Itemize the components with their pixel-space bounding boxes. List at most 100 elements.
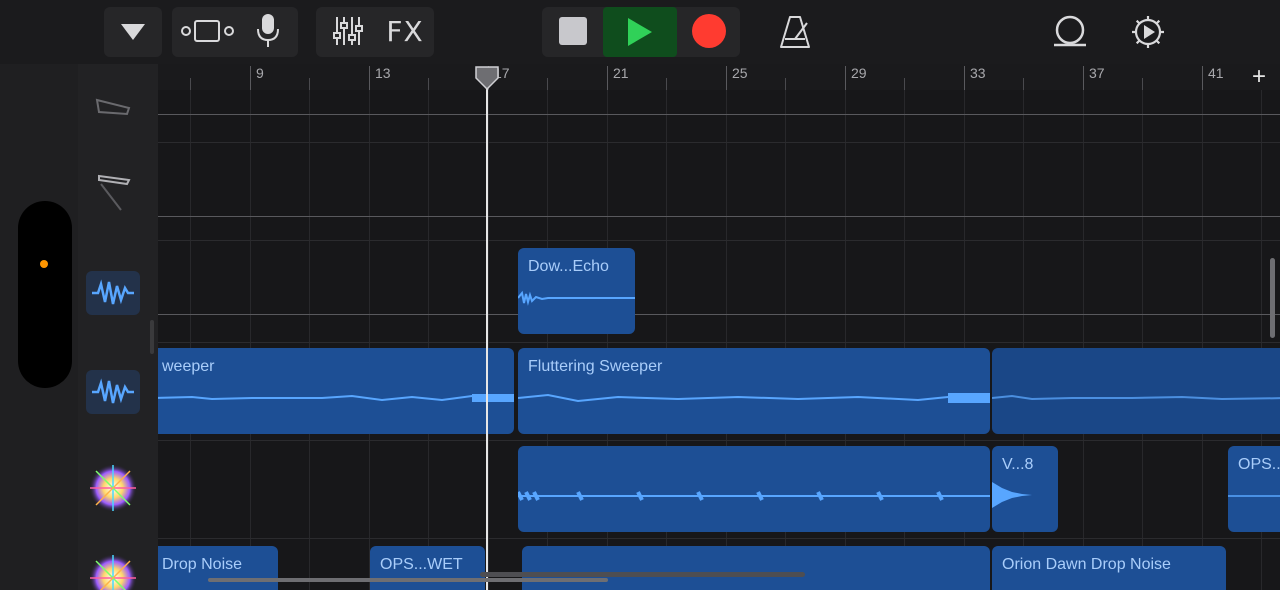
grid-line [309, 90, 310, 590]
audio-region[interactable] [992, 348, 1280, 434]
playhead-handle[interactable] [475, 66, 499, 90]
fx-button[interactable]: FX [378, 7, 432, 55]
top-toolbar: FX [0, 0, 1280, 64]
grid-line [428, 90, 429, 590]
metronome-button[interactable] [770, 8, 820, 56]
lane-separator [158, 240, 1280, 241]
grid-line [190, 90, 191, 590]
transport-group [542, 7, 740, 57]
region-label: OPS... [1238, 456, 1280, 473]
mixer-fx-group: FX [316, 7, 434, 57]
bar-number: 21 [613, 65, 629, 81]
ruler-tick [607, 66, 608, 90]
microphone-button[interactable] [244, 7, 292, 55]
grid-line [488, 90, 489, 590]
bar-number: 33 [970, 65, 986, 81]
ruler-tick [1083, 66, 1084, 90]
loop-region[interactable] [518, 446, 990, 532]
ruler-tick [369, 66, 370, 90]
gear-icon [1132, 16, 1164, 48]
waveform [992, 394, 1280, 401]
arrangement-area[interactable]: Dow...Echo weeper Fluttering Sweeper V..… [158, 90, 1280, 590]
garageband-window: FX 9 13 17 21 25 29 33 37 41 + Dow...Ech… [0, 0, 1280, 590]
audio-region[interactable]: V...8 [992, 446, 1058, 532]
horizontal-scrollbar-track[interactable] [480, 572, 805, 577]
ruler-tick [547, 78, 548, 90]
bar-number: 41 [1208, 65, 1224, 81]
stop-icon [559, 17, 587, 45]
audio-region[interactable]: Dow...Echo [518, 248, 635, 334]
playhead-line [486, 68, 488, 590]
tracks-view-button[interactable] [176, 7, 240, 55]
settings-button[interactable] [1122, 8, 1174, 56]
region-label: Drop Noise [162, 556, 243, 573]
audio-region[interactable] [522, 546, 990, 590]
lane-separator [158, 538, 1280, 539]
sparkle-icon [89, 464, 137, 512]
track-icon-sparkle-1[interactable] [86, 464, 140, 512]
stop-button[interactable] [546, 7, 600, 55]
bar-number: 13 [375, 65, 391, 81]
ruler-tick [845, 66, 846, 90]
ruler-tick [190, 78, 191, 90]
track-controls-pill[interactable] [18, 201, 72, 388]
add-section-button[interactable]: + [1248, 65, 1270, 89]
region-label: V...8 [1002, 456, 1034, 473]
audio-region[interactable]: OPS... [1228, 446, 1280, 532]
bar-number: 37 [1089, 65, 1105, 81]
keyboard-icon [98, 174, 131, 211]
audio-region[interactable]: Orion Dawn Drop Noise [992, 546, 1226, 590]
waveform [518, 393, 990, 403]
loop-button[interactable] [1044, 8, 1096, 56]
track-icon-audio-1[interactable] [86, 271, 140, 315]
vertical-scrollbar[interactable] [1270, 258, 1275, 338]
track-icon-audio-2[interactable] [86, 370, 140, 414]
track-icon-synth[interactable] [86, 82, 140, 126]
bar-number: 29 [851, 65, 867, 81]
region-label: OPS...WET [380, 556, 463, 573]
microphone-icon [257, 14, 279, 47]
metronome-icon [780, 16, 810, 48]
ruler-tick [250, 66, 251, 90]
audio-region[interactable]: OPS...WET [370, 546, 485, 590]
track-icon-keyboard[interactable] [86, 170, 140, 214]
lane-separator [158, 440, 1280, 441]
audio-region[interactable]: Fluttering Sweeper [518, 348, 990, 434]
grid-line [1202, 90, 1203, 590]
audio-region[interactable]: Drop Noise [158, 546, 278, 590]
synth-icon [95, 98, 131, 116]
waveform [992, 482, 1058, 508]
timeline-ruler[interactable]: 9 13 17 21 25 29 33 37 41 [158, 64, 1280, 90]
waveform [518, 290, 635, 306]
view-mic-group [172, 7, 298, 57]
track-icon-sparkle-2[interactable] [86, 554, 140, 590]
audio-wave-icon [92, 279, 134, 305]
menu-button[interactable] [104, 7, 162, 57]
play-icon [628, 18, 652, 46]
sliders-icon [333, 17, 363, 45]
grid-line [1083, 90, 1084, 590]
ruler-tick [964, 66, 965, 90]
record-button[interactable] [682, 7, 736, 55]
loop-icon [1054, 15, 1086, 47]
region-label: Dow...Echo [528, 258, 609, 275]
mixer-button[interactable] [322, 7, 374, 55]
horizontal-scrollbar[interactable] [208, 578, 608, 582]
panel-resize-handle[interactable] [150, 320, 154, 354]
play-button[interactable] [603, 7, 677, 57]
lane-separator [158, 342, 1280, 343]
ruler-tick [726, 66, 727, 90]
grid-line [1142, 90, 1143, 590]
triangle-down-icon [121, 24, 145, 40]
waveform [518, 491, 990, 501]
waveform [1228, 495, 1280, 497]
region-label: Fluttering Sweeper [528, 358, 663, 375]
ruler-tick [666, 78, 667, 90]
activity-dot [40, 260, 48, 268]
audio-region[interactable]: weeper [158, 348, 514, 434]
lane-separator [158, 142, 1280, 143]
track-separator [158, 314, 1280, 315]
ruler-tick [1023, 78, 1024, 90]
ruler-tick [1142, 78, 1143, 90]
track-separator [158, 216, 1280, 217]
